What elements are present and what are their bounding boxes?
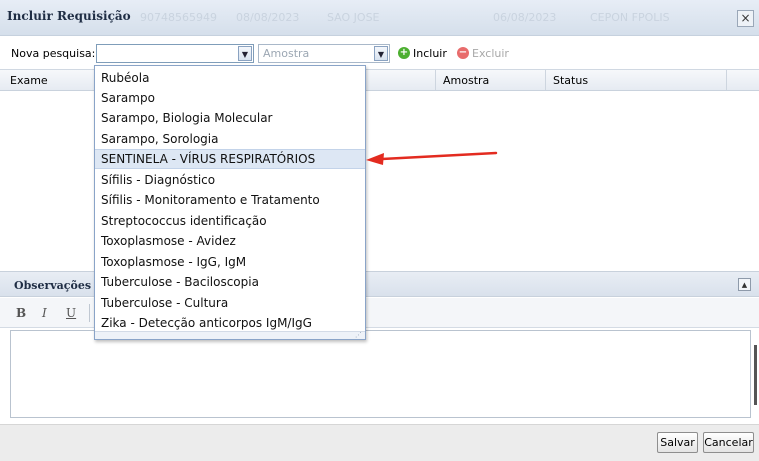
dropdown-option[interactable]: Sífilis - Diagnóstico xyxy=(95,170,365,190)
collapse-button[interactable]: ▲ xyxy=(738,278,751,291)
dropdown-option[interactable]: Toxoplasmose - IgG, IgM xyxy=(95,252,365,272)
observacoes-title: Observações xyxy=(14,279,92,292)
dialog-title: Incluir Requisição xyxy=(7,9,131,23)
toolbar-divider xyxy=(89,304,90,322)
editor-scrollbar[interactable] xyxy=(754,345,757,405)
column-divider xyxy=(726,70,727,90)
observacoes-textarea[interactable] xyxy=(10,330,751,418)
dropdown-option[interactable]: Tuberculose - Cultura xyxy=(95,293,365,313)
dropdown-option[interactable]: Toxoplasmose - Avidez xyxy=(95,231,365,251)
dropdown-option[interactable]: Rubéola xyxy=(95,68,365,88)
dialog-footer xyxy=(0,424,759,461)
red-arrow-icon xyxy=(366,151,498,165)
chevron-up-icon: ▲ xyxy=(741,281,748,289)
background-field-4: 06/08/2023 xyxy=(493,11,557,24)
column-divider xyxy=(435,70,436,90)
nova-pesquisa-input[interactable] xyxy=(96,44,254,63)
dropdown-option[interactable]: Tuberculose - Baciloscopia xyxy=(95,272,365,292)
close-button[interactable]: × xyxy=(737,10,754,27)
italic-button[interactable]: I xyxy=(42,306,47,320)
dropdown-option[interactable]: Zika - Detecção anticorpos IgM/IgG xyxy=(95,313,365,333)
dropdown-option-highlighted[interactable]: SENTINELA - VÍRUS RESPIRATÓRIOS xyxy=(95,149,365,169)
cancel-button[interactable]: Cancelar xyxy=(703,432,754,453)
dropdown-option[interactable]: Sarampo, Biologia Molecular xyxy=(95,108,365,128)
background-field-5: CEPON FPOLIS xyxy=(590,11,670,24)
save-button[interactable]: Salvar xyxy=(657,432,698,453)
bold-button[interactable]: B xyxy=(16,306,26,320)
plus-circle-icon: + xyxy=(398,47,410,59)
amostra-select[interactable]: Amostra xyxy=(258,44,390,63)
resize-grip-icon[interactable]: ⋰ xyxy=(355,331,362,339)
underline-button[interactable]: U xyxy=(66,306,76,320)
column-header-amostra[interactable]: Amostra xyxy=(443,74,489,87)
background-field-2: 08/08/2023 xyxy=(236,11,300,24)
dropdown-option[interactable]: Sarampo, Sorologia xyxy=(95,129,365,149)
column-header-status[interactable]: Status xyxy=(553,74,588,87)
chevron-down-icon: ▼ xyxy=(241,50,249,59)
background-field-3: SAO JOSE xyxy=(327,11,380,24)
close-icon: × xyxy=(740,11,751,25)
dropdown-option[interactable]: Sífilis - Monitoramento e Tratamento xyxy=(95,190,365,210)
nova-pesquisa-label: Nova pesquisa: xyxy=(11,47,96,60)
exam-dropdown-list: Rubéola Sarampo Sarampo, Biologia Molecu… xyxy=(94,65,366,340)
incluir-button[interactable]: Incluir xyxy=(413,47,447,60)
excluir-button: Excluir xyxy=(472,47,509,60)
dropdown-option[interactable]: Sarampo xyxy=(95,88,365,108)
nova-pesquisa-dropdown-button[interactable]: ▼ xyxy=(238,46,252,61)
chevron-down-icon: ▼ xyxy=(377,50,385,59)
column-divider xyxy=(545,70,546,90)
minus-circle-icon: − xyxy=(457,47,469,59)
background-field-1: 90748565949 xyxy=(140,11,217,24)
dropdown-option[interactable]: Streptococcus identificação xyxy=(95,211,365,231)
amostra-dropdown-button[interactable]: ▼ xyxy=(374,46,388,61)
column-header-exame[interactable]: Exame xyxy=(10,74,48,87)
dropdown-footer xyxy=(95,331,365,339)
